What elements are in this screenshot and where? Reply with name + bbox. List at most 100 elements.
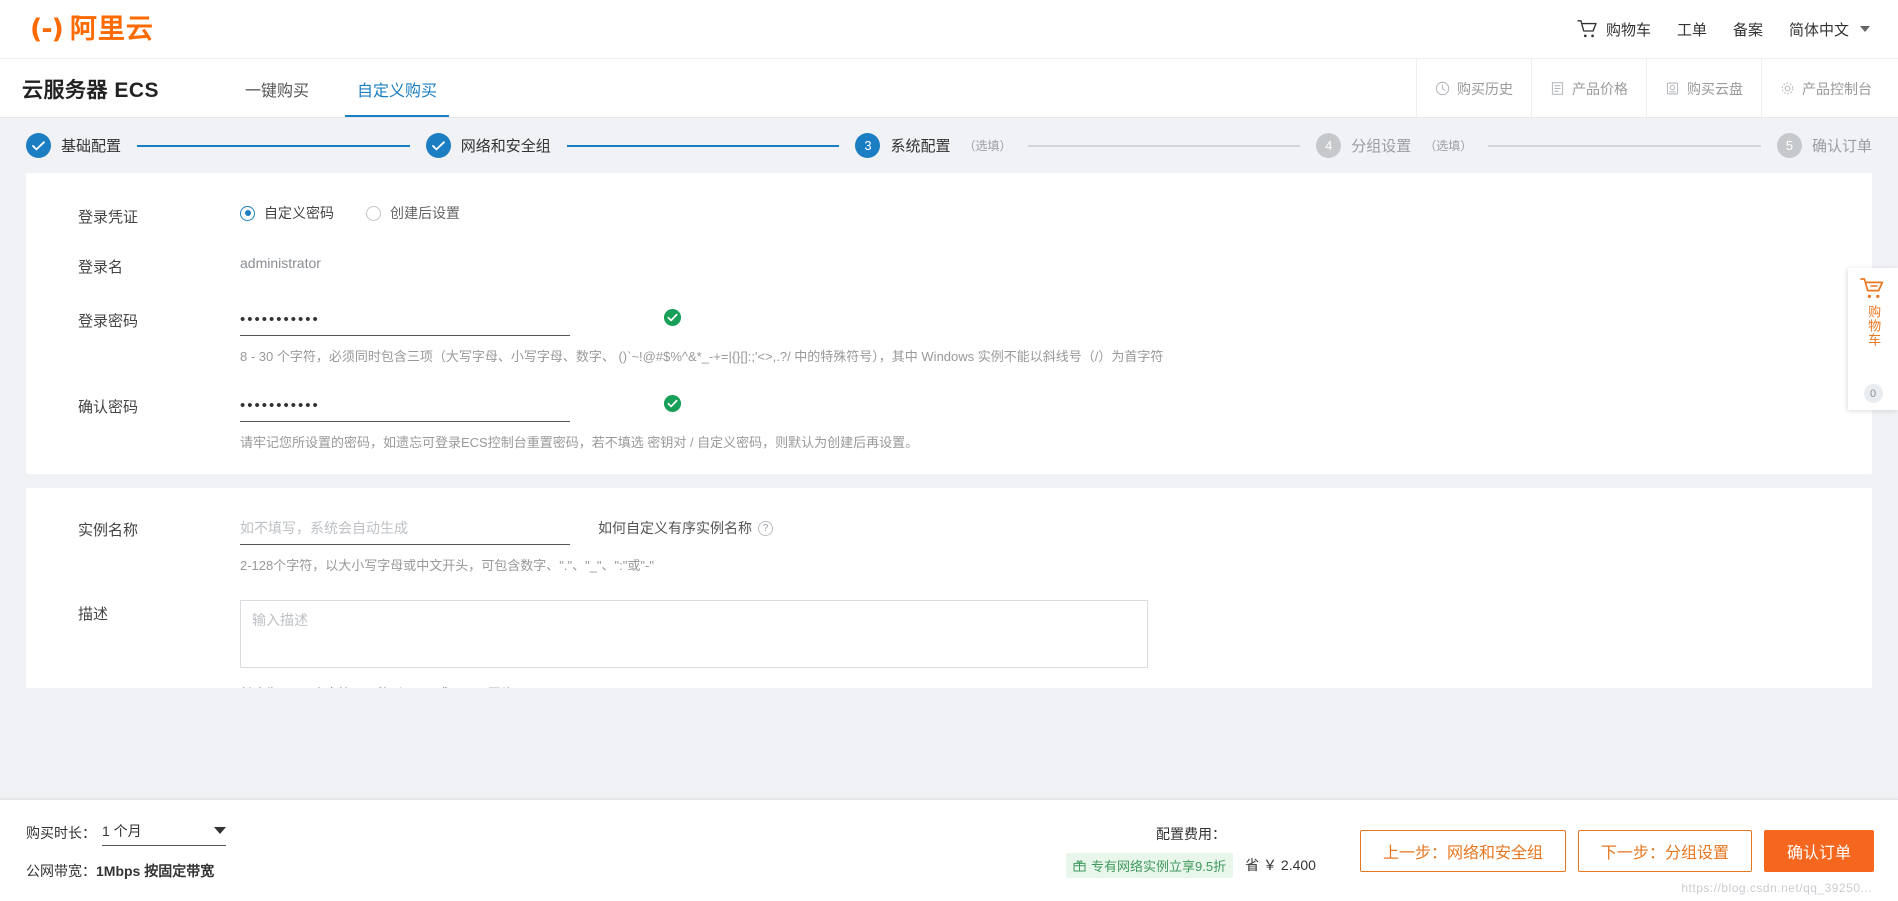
global-header: (-) 阿里云 购物车 工单 备案 简体中文 (0, 0, 1898, 58)
nav-tickets-label: 工单 (1676, 21, 1707, 39)
link-product-price[interactable]: 产品价格 (1531, 59, 1646, 118)
step-5-label: 确认订单 (1811, 138, 1872, 155)
confirm-password-input[interactable] (240, 392, 570, 422)
step-5-dot: 5 (1776, 133, 1802, 158)
step-4-optional: （选填） (1424, 139, 1473, 153)
purchase-mode-tabs: 一键购买 自定义购买 (221, 59, 461, 118)
link-console[interactable]: 产品控制台 (1761, 59, 1898, 118)
radio-set-after-create-dot (366, 205, 381, 221)
step-1-label: 基础配置 (61, 138, 122, 155)
floating-cart-count: 0 (1863, 384, 1883, 403)
duration-field: 购买时长： 1 个月 (26, 821, 226, 846)
nav-language-label: 简体中文 (1788, 21, 1849, 39)
login-credential-panel: 登录凭证 自定义密码 创建后设置 登录名 administrator 登录密码 … (26, 173, 1872, 474)
aliyun-logo-text: 阿里云 (69, 13, 154, 44)
confirm-order-button[interactable]: 确认订单 (1763, 829, 1874, 872)
row-login-password: 登录密码 8 - 30 个字符，必须同时包含三项（大写字母、小写字母、数字、 (… (26, 307, 1872, 367)
check-icon (32, 140, 45, 150)
next-step-button[interactable]: 下一步：分组设置 (1577, 829, 1752, 872)
step-line-3 (1027, 144, 1301, 147)
instance-name-help[interactable]: 如何自定义有序实例名称 ? (598, 516, 773, 538)
save-amount: 省 ￥ 2.400 (1245, 857, 1316, 873)
tab-one-click-buy-label: 一键购买 (245, 82, 310, 100)
valid-check-icon (663, 308, 682, 327)
product-header: 云服务器 ECS 一键购买 自定义购买 购买历史 产品价格 购买云盘 产品控制台 (0, 58, 1898, 118)
duration-select[interactable]: 1 个月 (102, 821, 226, 846)
tab-one-click-buy[interactable]: 一键购买 (221, 59, 333, 118)
step-group-settings[interactable]: 4 分组设置 （选填） (1316, 133, 1472, 158)
label-login-credential: 登录凭证 (78, 209, 139, 226)
label-login-password: 登录密码 (78, 313, 139, 330)
valid-check-icon (663, 394, 682, 412)
instance-name-input[interactable] (240, 516, 570, 545)
fee-summary: 配置费用： 专有网络实例立享9.5折 省 ￥ 2.400 (1066, 824, 1360, 878)
footer-summary: 购买时长： 1 个月 公网带宽：1Mbps 按固定带宽 (26, 821, 226, 881)
footer-actions: 上一步：网络和安全组 下一步：分组设置 确认订单 (1359, 829, 1874, 872)
step-basic-config[interactable]: 基础配置 (26, 133, 121, 158)
cart-icon (1860, 278, 1884, 298)
step-progress: 基础配置 网络和安全组 3 系统配置 （选填） 4 分组设置 （选填） 5 确认… (0, 118, 1898, 173)
nav-tickets[interactable]: 工单 (1677, 19, 1707, 40)
prev-step-button[interactable]: 上一步：网络和安全组 (1359, 829, 1566, 872)
credential-radio-group: 自定义密码 创建后设置 (240, 203, 1872, 223)
clock-icon (1435, 81, 1450, 96)
link-product-price-label: 产品价格 (1572, 80, 1628, 97)
purchase-footer: 购买时长： 1 个月 公网带宽：1Mbps 按固定带宽 配置费用： 专有网络实例… (0, 799, 1898, 901)
step-1-dot (26, 133, 51, 158)
step-3-label: 系统配置 (890, 138, 951, 155)
row-login-name: 登录名 administrator (26, 253, 1872, 277)
label-description: 描述 (78, 605, 109, 623)
radio-custom-password-label: 自定义密码 (264, 205, 334, 221)
bandwidth-label: 公网带宽： (26, 862, 96, 879)
step-line-2 (566, 144, 840, 147)
step-line-1 (137, 144, 410, 147)
step-2-dot (425, 133, 451, 158)
gift-icon (1073, 859, 1086, 871)
row-login-credential: 登录凭证 自定义密码 创建后设置 (26, 203, 1872, 227)
nav-icp-label: 备案 (1732, 21, 1763, 39)
radio-custom-password[interactable]: 自定义密码 (240, 203, 334, 223)
promo-label: 专有网络实例立享9.5折 (1091, 858, 1227, 874)
link-buy-disk[interactable]: 购买云盘 (1646, 59, 1761, 118)
product-header-links: 购买历史 产品价格 购买云盘 产品控制台 (1416, 59, 1898, 118)
step-system-config[interactable]: 3 系统配置 （选填） (855, 133, 1012, 158)
chevron-down-icon (214, 827, 226, 834)
disk-icon (1666, 82, 1679, 95)
description-textarea[interactable] (240, 599, 1148, 668)
radio-custom-password-dot (240, 205, 255, 221)
check-icon (431, 140, 445, 150)
next-step-label: 下一步：分组设置 (1600, 844, 1729, 862)
page-title: 云服务器 ECS (22, 78, 160, 102)
nav-cart[interactable]: 购物车 (1577, 19, 1651, 40)
duration-value: 1 个月 (102, 822, 142, 839)
aliyun-logo-mark: (-) (30, 13, 64, 45)
link-console-label: 产品控制台 (1802, 80, 1872, 97)
step-4-dot: 4 (1316, 133, 1342, 158)
description-hint: 长度为2-256个字符，不能以http://或https://开头 (240, 684, 1872, 689)
floating-cart-widget[interactable]: 购物车 0 (1848, 268, 1898, 410)
link-buy-disk-label: 购买云盘 (1687, 80, 1743, 97)
link-purchase-history[interactable]: 购买历史 (1416, 59, 1531, 118)
nav-icp[interactable]: 备案 (1733, 19, 1763, 40)
login-name-value: administrator (240, 255, 321, 271)
instance-name-hint: 2-128个字符，以大小写字母或中文开头，可包含数字、"."、"_"、":"或"… (240, 558, 654, 573)
aliyun-logo[interactable]: (-) 阿里云 (30, 13, 154, 45)
label-confirm-password: 确认密码 (78, 398, 139, 416)
promo-badge: 专有网络实例立享9.5折 (1066, 852, 1234, 878)
floating-cart-label: 购物车 (1866, 305, 1882, 347)
row-description: 描述 长度为2-256个字符，不能以http://或https://开头 (26, 599, 1872, 689)
instance-info-panel: 实例名称 如何自定义有序实例名称 ? 2-128个字符，以大小写字母或中文开头，… (26, 488, 1872, 688)
nav-cart-label: 购物车 (1605, 21, 1651, 39)
nav-language[interactable]: 简体中文 (1789, 19, 1870, 40)
radio-set-after-create[interactable]: 创建后设置 (366, 203, 460, 223)
step-network-security[interactable]: 网络和安全组 (425, 133, 551, 158)
global-nav: 购物车 工单 备案 简体中文 (1577, 19, 1870, 40)
question-mark-icon: ? (758, 520, 773, 536)
step-2-label: 网络和安全组 (460, 138, 551, 155)
gear-icon (1781, 82, 1794, 95)
row-confirm-password: 确认密码 请牢记您所设置的密码，如遗忘可登录ECS控制台重置密码，若不填选 密钥… (26, 392, 1872, 453)
watermark-text: https://blog.csdn.net/qq_39250... (1681, 881, 1872, 895)
step-confirm-order[interactable]: 5 确认订单 (1776, 133, 1872, 158)
login-password-input[interactable] (240, 307, 570, 336)
tab-custom-buy[interactable]: 自定义购买 (333, 59, 461, 118)
